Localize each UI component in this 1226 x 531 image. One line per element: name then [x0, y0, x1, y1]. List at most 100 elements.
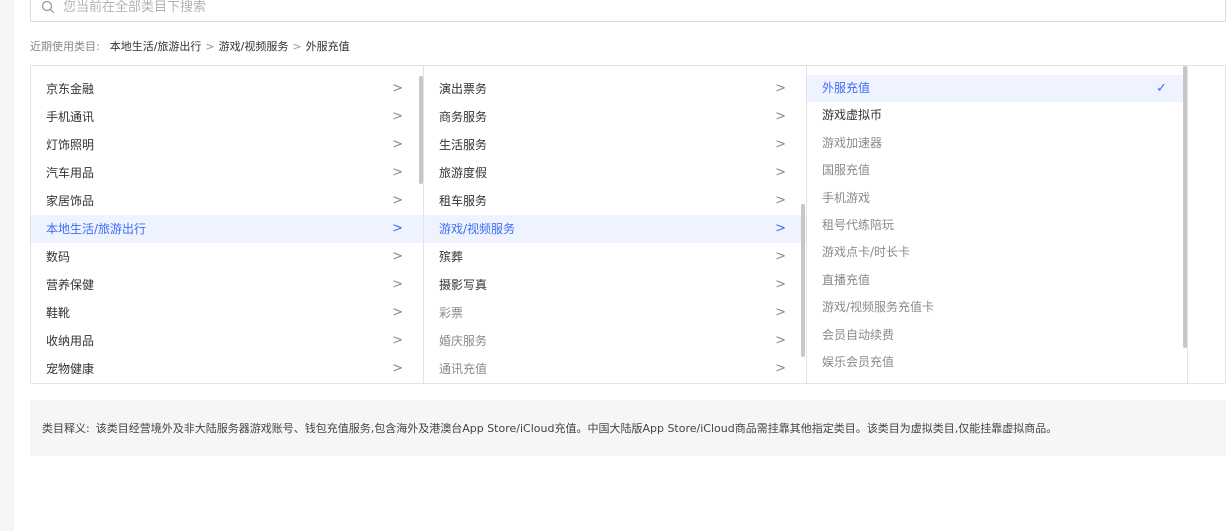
- category-item[interactable]: 游戏虚拟币: [807, 102, 1187, 129]
- search-box[interactable]: [30, 0, 1226, 22]
- category-column-level4: [1188, 66, 1225, 383]
- category-item-label: 游戏点卡/时长卡: [822, 245, 911, 260]
- category-item[interactable]: 演出票务 >: [424, 75, 806, 103]
- category-item-label: 旅游度假: [439, 166, 488, 180]
- chevron-right-icon: >: [392, 137, 403, 152]
- scrollbar-level3[interactable]: [1183, 66, 1187, 348]
- search-input[interactable]: [63, 0, 1225, 21]
- category-item[interactable]: 殡葬 >: [424, 243, 806, 271]
- category-item[interactable]: 婚庆服务 >: [424, 327, 806, 355]
- category-item[interactable]: 游戏/视频服务 >: [424, 215, 806, 243]
- chevron-right-icon: >: [775, 333, 786, 348]
- category-item[interactable]: 京东金融 >: [31, 75, 423, 103]
- category-item-label: 婚庆服务: [439, 334, 488, 348]
- category-item-label: 外服充值: [822, 81, 871, 95]
- category-item[interactable]: 商务服务 >: [424, 103, 806, 131]
- category-item-label: 数码: [46, 250, 71, 264]
- category-item-label: 商务服务: [439, 110, 488, 124]
- chevron-right-icon: >: [392, 305, 403, 320]
- chevron-right-icon: >: [392, 165, 403, 180]
- category-item-label: 鞋靴: [46, 306, 71, 320]
- recent-crumb-3[interactable]: 外服充值: [306, 38, 350, 54]
- category-item[interactable]: 游戏点卡/时长卡: [807, 239, 1187, 266]
- category-item-label: 殡葬: [439, 250, 464, 264]
- category-list-level2: 演出票务 > 商务服务 > 生活服务 > 旅游度假 > 租车服务 > 游戏/视频服务 > 殡葬 > 摄影写真…: [424, 66, 806, 383]
- chevron-right-icon: >: [392, 277, 403, 292]
- recent-separator: >: [292, 39, 302, 53]
- category-item[interactable]: 手机通讯 >: [31, 103, 423, 131]
- category-item[interactable]: 鞋靴 >: [31, 299, 423, 327]
- category-item[interactable]: 游戏加速器: [807, 130, 1187, 157]
- chevron-right-icon: >: [775, 361, 786, 376]
- category-column-level1: 京东金融 > 手机通讯 > 灯饰照明 > 汽车用品 > 家居饰品 > 本地生活/旅游出行 > 数码 > 营养…: [31, 66, 424, 383]
- chevron-right-icon: >: [392, 81, 403, 96]
- category-item[interactable]: 彩票 >: [424, 299, 806, 327]
- chevron-right-icon: >: [775, 277, 786, 292]
- recent-separator: >: [205, 39, 215, 53]
- chevron-right-icon: >: [392, 193, 403, 208]
- category-item[interactable]: 外服充值 ✓: [807, 75, 1187, 103]
- chevron-right-icon: >: [392, 361, 403, 376]
- category-item-label: 游戏虚拟币: [822, 108, 883, 123]
- category-item-label: 营养保健: [46, 278, 95, 292]
- category-item[interactable]: 租号代练陪玩: [807, 212, 1187, 239]
- category-item-label: 直播充值: [822, 272, 871, 287]
- category-item[interactable]: 数码 >: [31, 243, 423, 271]
- scrollbar-level1[interactable]: [419, 76, 423, 184]
- category-item-label: 灯饰照明: [46, 138, 95, 152]
- category-item-label: 家居饰品: [46, 194, 95, 208]
- category-item[interactable]: 国服充值: [807, 157, 1187, 184]
- category-item[interactable]: 汽车用品 >: [31, 159, 423, 187]
- search-icon: [41, 0, 55, 14]
- chevron-right-icon: >: [775, 81, 786, 96]
- chevron-right-icon: >: [392, 249, 403, 264]
- category-item-label: 租车服务: [439, 194, 488, 208]
- category-item[interactable]: 租车服务 >: [424, 187, 806, 215]
- chevron-right-icon: >: [775, 305, 786, 320]
- chevron-right-icon: >: [392, 221, 403, 236]
- category-item-label: 娱乐会员充值: [822, 354, 895, 369]
- chevron-right-icon: >: [775, 109, 786, 124]
- chevron-right-icon: >: [775, 221, 786, 236]
- recent-crumb-2[interactable]: 游戏/视频服务: [219, 38, 289, 54]
- category-item[interactable]: 通讯充值 >: [424, 355, 806, 383]
- category-item-label: 宠物健康: [46, 362, 95, 376]
- category-item[interactable]: 家居饰品 >: [31, 187, 423, 215]
- category-item[interactable]: 本地生活/旅游出行 >: [31, 215, 423, 243]
- category-cascader: 京东金融 > 手机通讯 > 灯饰照明 > 汽车用品 > 家居饰品 > 本地生活/旅游出行 > 数码 > 营养…: [30, 65, 1226, 384]
- scrollbar-level2[interactable]: [801, 204, 805, 357]
- category-item-label: 生活服务: [439, 138, 488, 152]
- check-icon: ✓: [1156, 81, 1167, 96]
- description-text: 该类目经营境外及非大陆服务器游戏账号、钱包充值服务,包含海外及港澳台App St…: [95, 422, 1058, 435]
- category-item-label: 汽车用品: [46, 166, 95, 180]
- category-item[interactable]: 宠物健康 >: [31, 355, 423, 383]
- recent-crumb-1[interactable]: 本地生活/旅游出行: [110, 38, 202, 54]
- category-item-label: 本地生活/旅游出行: [46, 222, 147, 236]
- category-item-label: 摄影写真: [439, 278, 488, 292]
- category-item[interactable]: 直播充值: [807, 267, 1187, 294]
- category-item[interactable]: 娱乐会员充值: [807, 349, 1187, 376]
- category-item-label: 彩票: [439, 306, 464, 320]
- category-item[interactable]: 摄影写真 >: [424, 271, 806, 299]
- category-item[interactable]: 旅游度假 >: [424, 159, 806, 187]
- category-item-label: 演出票务: [439, 82, 488, 96]
- category-item[interactable]: 会员自动续费: [807, 322, 1187, 349]
- category-description: 类目释义: 该类目经营境外及非大陆服务器游戏账号、钱包充值服务,包含海外及港澳台…: [30, 400, 1226, 456]
- category-item-label: 收纳用品: [46, 334, 95, 348]
- recent-label: 近期使用类目:: [30, 40, 100, 53]
- category-item-label: 游戏/视频服务充值卡: [822, 300, 935, 315]
- description-label: 类目释义:: [42, 422, 90, 435]
- category-list-level1: 京东金融 > 手机通讯 > 灯饰照明 > 汽车用品 > 家居饰品 > 本地生活/旅游出行 > 数码 > 营养…: [31, 66, 423, 383]
- category-list-level3: 外服充值 ✓ 游戏虚拟币游戏加速器 国服充值手机游戏租号代练陪玩游戏点卡/时长卡 直播充…: [807, 66, 1187, 376]
- category-item-label: 京东金融: [46, 82, 95, 96]
- category-item[interactable]: 生活服务 >: [424, 131, 806, 159]
- category-item[interactable]: 灯饰照明 >: [31, 131, 423, 159]
- category-item-label: 通讯充值: [439, 362, 488, 376]
- category-item-label: 手机游戏: [822, 190, 871, 205]
- category-panel: 近期使用类目: 本地生活/旅游出行 > 游戏/视频服务 > 外服充值 京东金融 >…: [14, 0, 1226, 531]
- category-column-level3: 外服充值 ✓ 游戏虚拟币游戏加速器 国服充值手机游戏租号代练陪玩游戏点卡/时长卡 直播充…: [807, 66, 1188, 383]
- category-item[interactable]: 游戏/视频服务充值卡: [807, 294, 1187, 321]
- category-item[interactable]: 营养保健 >: [31, 271, 423, 299]
- category-item[interactable]: 收纳用品 >: [31, 327, 423, 355]
- category-item[interactable]: 手机游戏: [807, 185, 1187, 212]
